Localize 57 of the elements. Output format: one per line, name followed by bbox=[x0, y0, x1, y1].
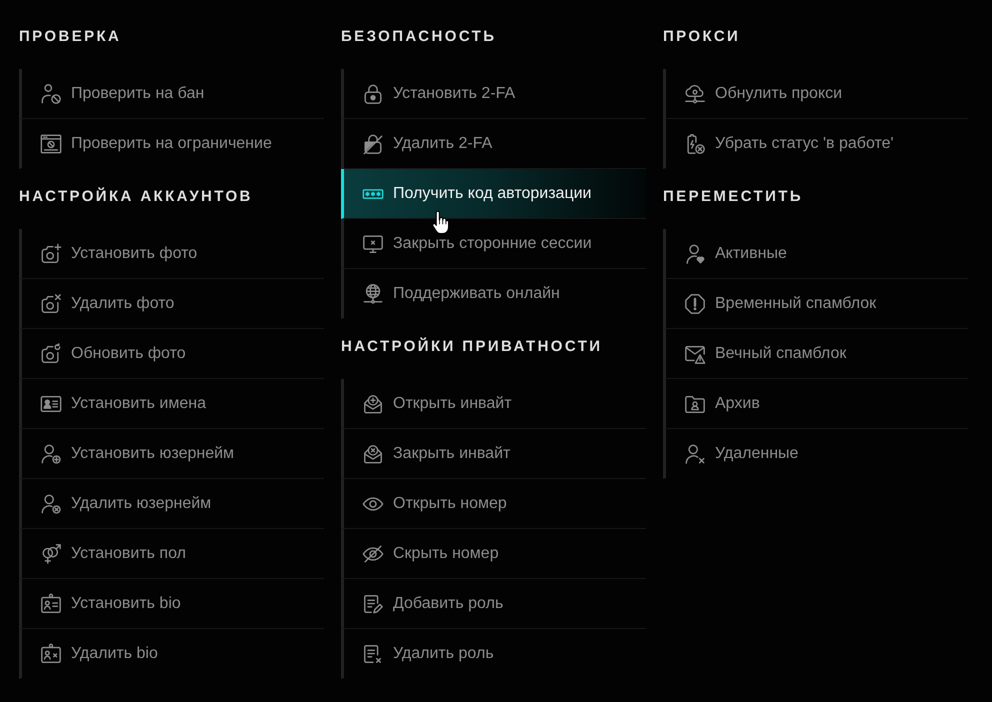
user-x-icon bbox=[684, 442, 706, 464]
menu-item[interactable]: Закрыть сторонние сессии bbox=[341, 219, 646, 269]
menu-item[interactable]: Скрыть номер bbox=[341, 529, 646, 579]
octagon-alert-icon bbox=[684, 292, 706, 314]
menu-item[interactable]: Установить bio bbox=[19, 579, 324, 629]
menu-item[interactable]: Вечный спамблок bbox=[663, 329, 968, 379]
section-heading: БЕЗОПАСНОСТЬ bbox=[341, 27, 498, 47]
menu-item[interactable]: Удалить роль bbox=[341, 629, 646, 679]
camera-refresh-icon bbox=[40, 342, 62, 364]
menu-item[interactable]: Удалить фото bbox=[19, 279, 324, 329]
inbox-plus-icon bbox=[362, 392, 384, 414]
document-x-icon bbox=[362, 642, 384, 664]
menu-item[interactable]: Убрать статус 'в работе' bbox=[663, 119, 968, 169]
badge-lines-icon bbox=[40, 592, 62, 614]
menu-item[interactable]: Обнулить прокси bbox=[663, 69, 968, 119]
badge-x-icon bbox=[40, 642, 62, 664]
section-heading: НАСТРОЙКА АККАУНТОВ bbox=[19, 187, 254, 207]
menu-item[interactable]: Удалить юзернейм bbox=[19, 479, 324, 529]
inbox-x-icon bbox=[362, 442, 384, 464]
menu-item[interactable]: Удалить bio bbox=[19, 629, 324, 679]
menu-item[interactable]: Временный спамблок bbox=[663, 279, 968, 329]
menu-item[interactable]: Установить пол bbox=[19, 529, 324, 579]
camera-x-icon bbox=[40, 292, 62, 314]
menu-item[interactable]: Установить имена bbox=[19, 379, 324, 429]
section-heading: НАСТРОЙКИ ПРИВАТНОСТИ bbox=[341, 337, 604, 357]
monitor-x-icon bbox=[362, 232, 384, 254]
user-plus-icon bbox=[40, 442, 62, 464]
globe-network-icon bbox=[362, 282, 384, 304]
lock-slash-icon bbox=[362, 132, 384, 154]
user-heart-icon bbox=[684, 242, 706, 264]
menu-item[interactable]: Закрыть инвайт bbox=[341, 429, 646, 479]
camera-plus-icon bbox=[40, 242, 62, 264]
document-pen-icon bbox=[362, 592, 384, 614]
section-heading: ПРОВЕРКА bbox=[19, 27, 122, 47]
menu-item[interactable]: Добавить роль bbox=[341, 579, 646, 629]
cloud-network-icon bbox=[684, 82, 706, 104]
section-heading: ПЕРЕМЕСТИТЬ bbox=[663, 187, 804, 207]
menu-item[interactable]: Проверить на бан bbox=[19, 69, 324, 119]
menu-item[interactable]: Проверить на ограничение bbox=[19, 119, 324, 169]
menu-item[interactable]: Открыть инвайт bbox=[341, 379, 646, 429]
browser-block-icon bbox=[40, 132, 62, 154]
section-heading: ПРОКСИ bbox=[663, 27, 742, 47]
gender-icon bbox=[40, 542, 62, 564]
menu-item[interactable]: Поддерживать онлайн bbox=[341, 269, 646, 319]
user-ban-icon bbox=[40, 82, 62, 104]
menu-item[interactable]: Обновить фото bbox=[19, 329, 324, 379]
user-x-circle-icon bbox=[40, 492, 62, 514]
hand-cursor-icon bbox=[432, 211, 448, 234]
eye-slash-icon bbox=[362, 542, 384, 564]
menu-item[interactable]: Активные bbox=[663, 229, 968, 279]
menu-item[interactable]: Открыть номер bbox=[341, 479, 646, 529]
menu-item[interactable]: Архив bbox=[663, 379, 968, 429]
menu-item[interactable]: Установить 2-FA bbox=[341, 69, 646, 119]
lock-icon bbox=[362, 82, 384, 104]
menu-item[interactable]: Установить фото bbox=[19, 229, 324, 279]
menu-item[interactable]: Удаленные bbox=[663, 429, 968, 479]
menu-item[interactable]: Установить юзернейм bbox=[19, 429, 324, 479]
